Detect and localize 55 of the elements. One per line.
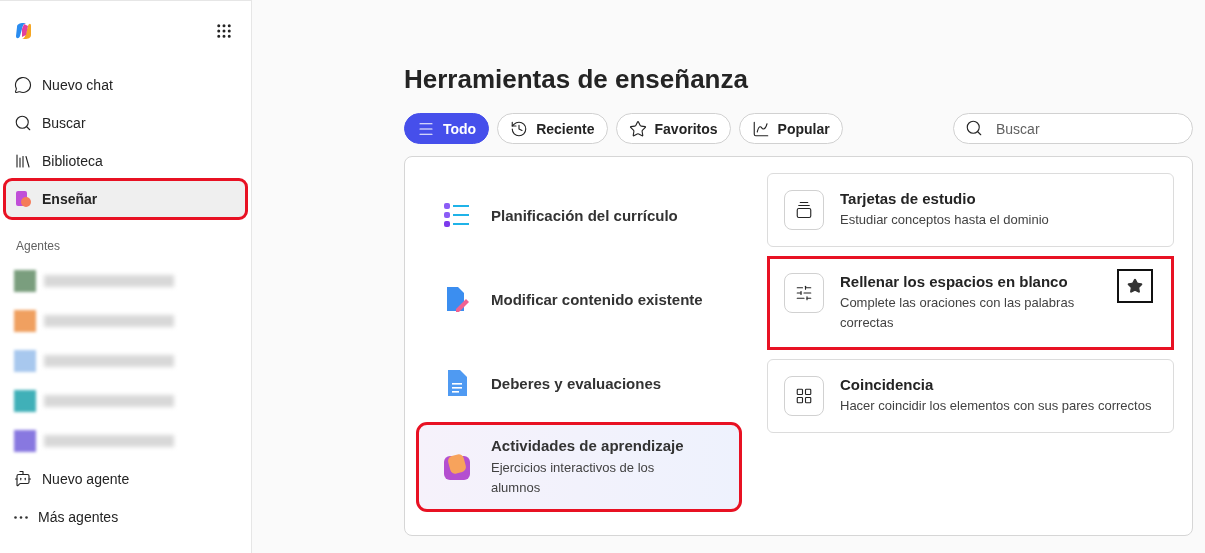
tool-card[interactable]: Tarjetas de estudio Estudiar conceptos hasta el dominio <box>767 173 1174 247</box>
filter-tab[interactable]: Favoritos <box>615 113 731 144</box>
chat-bubble-icon <box>14 76 32 94</box>
category-label: Actividades de aprendizaje <box>491 436 685 454</box>
star-icon <box>628 119 647 138</box>
sliders-icon <box>795 284 813 302</box>
notebook-apple-icon <box>14 190 32 208</box>
filter-tab[interactable]: Todo <box>404 113 490 144</box>
agent-add-icon <box>14 470 32 488</box>
category-item[interactable]: Deberes y evaluaciones <box>419 341 739 425</box>
category-item[interactable]: Planificación del currículo <box>419 173 739 257</box>
search-icon <box>14 114 32 132</box>
sidebar-item[interactable]: Enseñar <box>6 181 245 217</box>
filter-tab[interactable]: Popular <box>738 113 843 144</box>
history-icon <box>510 119 529 138</box>
page-title: Herramientas de enseñanza <box>404 64 749 95</box>
blurred-agent-icon[interactable] <box>14 350 36 372</box>
favorite-button[interactable] <box>1117 269 1153 303</box>
sidebar-item[interactable]: Nuevo agente <box>6 461 245 497</box>
cards-icon <box>795 201 813 219</box>
search-field[interactable]: Buscar <box>953 113 1193 144</box>
blurred-agent-icon[interactable] <box>14 390 36 412</box>
blurred-agent-icon[interactable] <box>14 270 36 292</box>
grid-icon <box>795 387 813 405</box>
tool-description: Complete las oraciones con las palabras correctas <box>840 294 1076 332</box>
search-icon <box>965 119 983 137</box>
tool-description: Hacer coincidir los elementos con sus pares correctos <box>840 397 1152 415</box>
tool-title: Coincidencia <box>840 376 935 393</box>
category-label: Planificación del currículo <box>491 206 678 224</box>
trend-chart-icon <box>751 119 770 138</box>
sidebar-item[interactable]: Más agentes <box>6 499 245 535</box>
checklist-icon <box>443 201 471 229</box>
filter-tab[interactable]: Reciente <box>497 113 608 144</box>
sidebar-item[interactable]: Biblioteca <box>6 143 245 179</box>
section-heading: Agentes <box>15 239 62 253</box>
category-label: Deberes y evaluaciones <box>491 374 662 392</box>
app-logo-icon[interactable] <box>14 21 34 41</box>
blurred-agent-icon[interactable] <box>14 310 36 332</box>
tool-title: Rellenar los espacios en blanco <box>840 273 1069 290</box>
sidebar-item[interactable]: Buscar <box>6 105 245 141</box>
star-icon <box>1127 278 1143 294</box>
app-launcher-icon[interactable] <box>215 22 233 40</box>
sidebar-item[interactable]: Nuevo chat <box>6 67 245 103</box>
more-icon <box>14 515 28 519</box>
category-description: Ejercicios interactivos de los alumnos <box>491 458 656 497</box>
category-item[interactable]: Actividades de aprendizaje Ejercicios interactivos de los alumnos <box>419 425 739 509</box>
category-item[interactable]: Modificar contenido existente <box>419 257 739 341</box>
books-icon <box>14 152 32 170</box>
tool-card[interactable]: Rellenar los espacios en blanco Complete las oraciones con las palabras correctas <box>767 256 1174 350</box>
category-label: Modificar contenido existente <box>491 290 703 308</box>
blurred-agent-icon[interactable] <box>14 430 36 452</box>
tool-title: Tarjetas de estudio <box>840 190 977 207</box>
shapes-app-icon <box>443 453 471 481</box>
tool-card[interactable]: Coincidencia Hacer coincidir los elementos con sus pares correctos <box>767 359 1174 433</box>
tool-description: Estudiar conceptos hasta el dominio <box>840 211 1049 229</box>
